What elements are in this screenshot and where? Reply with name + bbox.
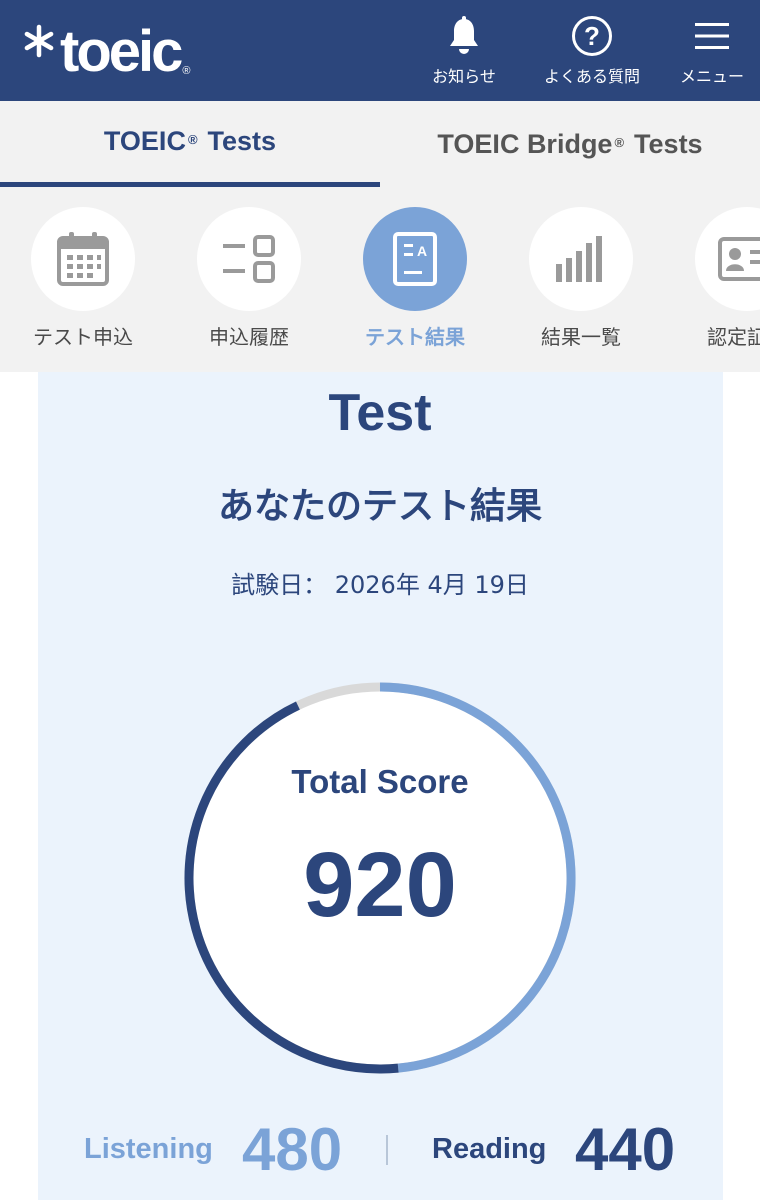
nav-certificate-reissue[interactable]: 認定証再 [664, 207, 760, 349]
score-separator [386, 1135, 388, 1165]
question-circle-icon: ? [572, 16, 612, 56]
id-card-icon [718, 237, 760, 281]
logo-wordmark: toeic [60, 19, 183, 84]
bell-icon [450, 16, 478, 54]
section-scores: Listening 480 Reading 440 [38, 1115, 723, 1185]
tab-toeic-tests[interactable]: TOEIC ® Tests [0, 101, 380, 187]
listening-label: Listening [84, 1133, 213, 1165]
tab-toeic-label: TOEIC [103, 126, 186, 156]
nav-results-list-label: 結果一覧 [541, 325, 621, 349]
svg-text:A: A [417, 243, 427, 259]
app-header: toeic ® お知らせ ? よくある質問 メニュー [0, 0, 760, 101]
test-result-document-icon: A [393, 232, 437, 286]
notifications-button[interactable]: お知らせ [420, 14, 508, 94]
nav-test-application[interactable]: テスト申込 [0, 207, 166, 349]
listening-score: 480 [242, 1116, 343, 1183]
nav-certificate-reissue-label: 認定証再 [707, 325, 760, 349]
result-subtitle: あなたのテスト結果 [217, 486, 542, 527]
calendar-icon [57, 232, 109, 286]
faq-label: よくある質問 [543, 67, 640, 86]
history-list-icon [223, 235, 275, 283]
asterisk-logo-icon [24, 24, 54, 58]
total-score-value: 920 [303, 834, 457, 936]
menu-button[interactable]: メニュー [668, 14, 756, 94]
notifications-label: お知らせ [432, 67, 496, 86]
tab-toeic-bridge-tests[interactable]: TOEIC Bridge ® Tests [380, 101, 760, 187]
total-score-label: Total Score [291, 763, 469, 800]
svg-text:?: ? [584, 21, 600, 51]
menu-label: メニュー [679, 67, 744, 86]
nav-test-results[interactable]: A テスト結果 [332, 207, 498, 349]
nav-test-application-label: テスト申込 [33, 325, 133, 349]
nav-application-history[interactable]: 申込履歴 [166, 207, 332, 349]
tab-bridge-label: TOEIC Bridge [437, 128, 613, 159]
reading-label: Reading [432, 1133, 547, 1165]
result-title: Test [328, 384, 432, 442]
sub-navigation: テスト申込 申込履歴 A テスト結果 結果一覧 認定証 [0, 187, 760, 372]
tab-toeic-suffix: Tests [207, 126, 277, 156]
toeic-logo[interactable]: toeic ® [22, 22, 190, 82]
nav-test-results-label: テスト結果 [365, 325, 465, 349]
bar-chart-icon [556, 236, 602, 282]
tab-bridge-suffix: Tests [634, 128, 703, 159]
reading-score: 440 [575, 1116, 676, 1183]
registered-mark: ® [182, 65, 191, 77]
nav-results-list[interactable]: 結果一覧 [498, 207, 664, 349]
test-date: 試験日： 2026年 4月 19日 [231, 571, 529, 599]
nav-application-history-label: 申込履歴 [209, 325, 289, 349]
hamburger-menu-icon [695, 23, 729, 49]
faq-button[interactable]: ? よくある質問 [535, 14, 649, 94]
test-type-tabs: TOEIC ® Tests TOEIC Bridge ® Tests [0, 101, 760, 187]
